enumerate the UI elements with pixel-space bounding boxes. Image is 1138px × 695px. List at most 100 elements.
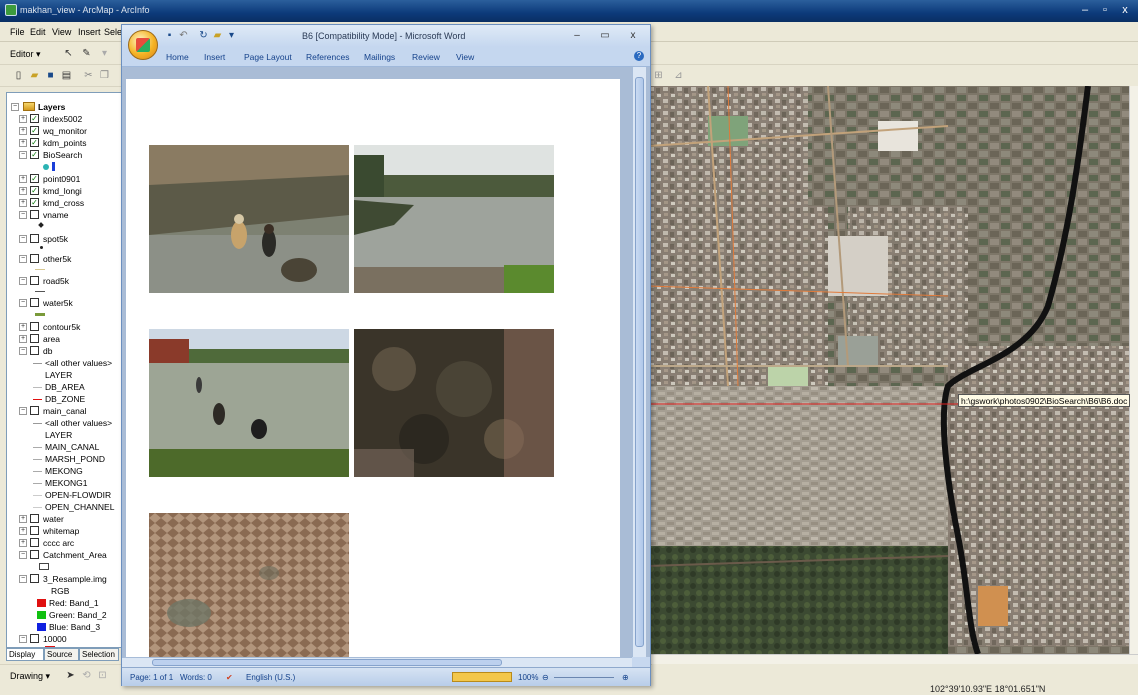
layer-checkbox[interactable] (30, 526, 39, 535)
expand-icon[interactable]: + (19, 139, 27, 147)
tool-icon[interactable]: ⊞ (652, 69, 665, 82)
expand-icon[interactable]: + (19, 115, 27, 123)
toc-layer[interactable]: + ✓ index5002 (19, 113, 125, 125)
document-page[interactable] (126, 79, 620, 661)
editor-menu-button[interactable]: Editor ▾ (10, 49, 41, 60)
expand-icon[interactable]: + (19, 515, 27, 523)
task-dropdown-icon[interactable]: ▾ (98, 47, 111, 60)
expand-icon[interactable]: + (19, 539, 27, 547)
toc-layer[interactable]: − spot5k (19, 233, 125, 245)
layer-checkbox[interactable]: ✓ (30, 138, 39, 147)
cut-icon[interactable]: ✂ (82, 69, 95, 82)
expand-icon[interactable]: + (19, 175, 27, 183)
tab-display[interactable]: Display (6, 648, 44, 661)
menu-file[interactable]: File (10, 27, 25, 37)
toc-layer[interactable]: − water5k (19, 297, 125, 309)
zoom-slider[interactable] (554, 677, 614, 678)
expand-icon[interactable]: + (19, 187, 27, 195)
map-vertical-scrollbar[interactable] (1129, 86, 1138, 654)
toc-layer[interactable]: + ✓ wq_monitor (19, 125, 125, 137)
toc-root[interactable]: − Layers (11, 101, 125, 113)
collapse-icon[interactable]: − (19, 575, 27, 583)
toc-layer[interactable]: + ✓ kmd_cross (19, 197, 125, 209)
office-button[interactable] (128, 30, 158, 60)
layer-checkbox[interactable]: ✓ (30, 198, 39, 207)
toc-layer[interactable]: + ✓ point0901 (19, 173, 125, 185)
zoom-out-icon[interactable]: ⊖ (542, 673, 549, 682)
layer-checkbox[interactable] (30, 210, 39, 219)
layer-checkbox[interactable] (30, 298, 39, 307)
collapse-icon[interactable]: − (19, 551, 27, 559)
qat-dropdown-icon[interactable]: ▾ (226, 30, 237, 41)
help-icon[interactable]: ? (634, 51, 644, 61)
map-horizontal-scrollbar[interactable] (648, 654, 1138, 664)
collapse-icon[interactable]: − (19, 347, 27, 355)
layer-checkbox[interactable] (30, 514, 39, 523)
toc-layer[interactable]: + whitemap (19, 525, 125, 537)
rotate-icon[interactable]: ⟲ (80, 669, 93, 682)
collapse-icon[interactable]: − (19, 211, 27, 219)
toc-layer[interactable]: + contour5k (19, 321, 125, 333)
layer-checkbox[interactable] (30, 334, 39, 343)
layer-checkbox[interactable]: ✓ (30, 114, 39, 123)
tab-source[interactable]: Source (44, 648, 79, 661)
layer-checkbox[interactable] (30, 276, 39, 285)
toc-layer[interactable]: + area (19, 333, 125, 345)
open-icon[interactable]: ▰ (28, 69, 41, 82)
collapse-icon[interactable]: − (19, 151, 27, 159)
collapse-icon[interactable]: − (11, 103, 19, 111)
layer-checkbox[interactable]: ✓ (30, 150, 39, 159)
menu-insert[interactable]: Insert (78, 27, 101, 37)
layer-checkbox[interactable] (30, 550, 39, 559)
word-vertical-scrollbar[interactable] (632, 67, 646, 657)
edit-tool-icon[interactable]: ↖ (62, 47, 75, 60)
toc-layer[interactable]: − 3_Resample.img (19, 573, 125, 585)
layer-checkbox[interactable] (30, 346, 39, 355)
toc-layer[interactable]: − db (19, 345, 125, 357)
print-icon[interactable]: ▤ (60, 69, 73, 82)
toc-layer[interactable]: − main_canal (19, 405, 125, 417)
zoom-page-icon[interactable]: ⊡ (96, 669, 109, 682)
restore-button[interactable]: ▫ (1096, 3, 1114, 17)
view-buttons[interactable] (452, 672, 512, 682)
collapse-icon[interactable]: − (19, 235, 27, 243)
word-count[interactable]: Words: 0 (180, 673, 212, 682)
toc-layer[interactable]: − ✓ BioSearch (19, 149, 125, 161)
layer-checkbox[interactable] (30, 538, 39, 547)
tab-insert[interactable]: Insert (204, 52, 225, 62)
expand-icon[interactable]: + (19, 323, 27, 331)
toc-layer[interactable]: + cccc arc (19, 537, 125, 549)
tab-mailings[interactable]: Mailings (364, 52, 395, 62)
scrollbar-thumb[interactable] (635, 77, 644, 647)
photo-pond-landscape[interactable] (354, 145, 554, 293)
menu-view[interactable]: View (52, 27, 71, 37)
collapse-icon[interactable]: − (19, 299, 27, 307)
scrollbar-thumb[interactable] (152, 659, 502, 666)
layer-checkbox[interactable] (30, 574, 39, 583)
word-window[interactable]: ▪ ↶ ↻ ▰ ▾ B6 [Compatibility Mode] - Micr… (121, 24, 651, 686)
zoom-in-icon[interactable]: ⊕ (622, 673, 629, 682)
collapse-icon[interactable]: − (19, 407, 27, 415)
toc-layer[interactable]: + water (19, 513, 125, 525)
toc-layer[interactable]: − other5k (19, 253, 125, 265)
layer-checkbox[interactable] (30, 322, 39, 331)
open-icon[interactable]: ▰ (212, 30, 223, 41)
drawing-menu-button[interactable]: Drawing ▾ (10, 671, 50, 682)
language-indicator[interactable]: English (U.S.) (246, 673, 295, 682)
new-icon[interactable]: ▯ (12, 69, 25, 82)
tool-icon[interactable]: ⊿ (672, 69, 685, 82)
toc-layer[interactable]: − vname (19, 209, 125, 221)
toc-layer[interactable]: + ✓ kdm_points (19, 137, 125, 149)
layer-checkbox[interactable] (30, 254, 39, 263)
expand-icon[interactable]: + (19, 199, 27, 207)
map-view[interactable] (648, 86, 1130, 654)
photo-people-in-pond[interactable] (149, 145, 349, 293)
layer-checkbox[interactable]: ✓ (30, 126, 39, 135)
undo-icon[interactable]: ↶ (178, 30, 189, 41)
save-icon[interactable]: ▪ (164, 30, 175, 41)
expand-icon[interactable]: + (19, 527, 27, 535)
tab-view[interactable]: View (456, 52, 474, 62)
tab-review[interactable]: Review (412, 52, 440, 62)
toc-layer[interactable]: − 10000 (19, 633, 125, 645)
layer-checkbox[interactable] (30, 234, 39, 243)
